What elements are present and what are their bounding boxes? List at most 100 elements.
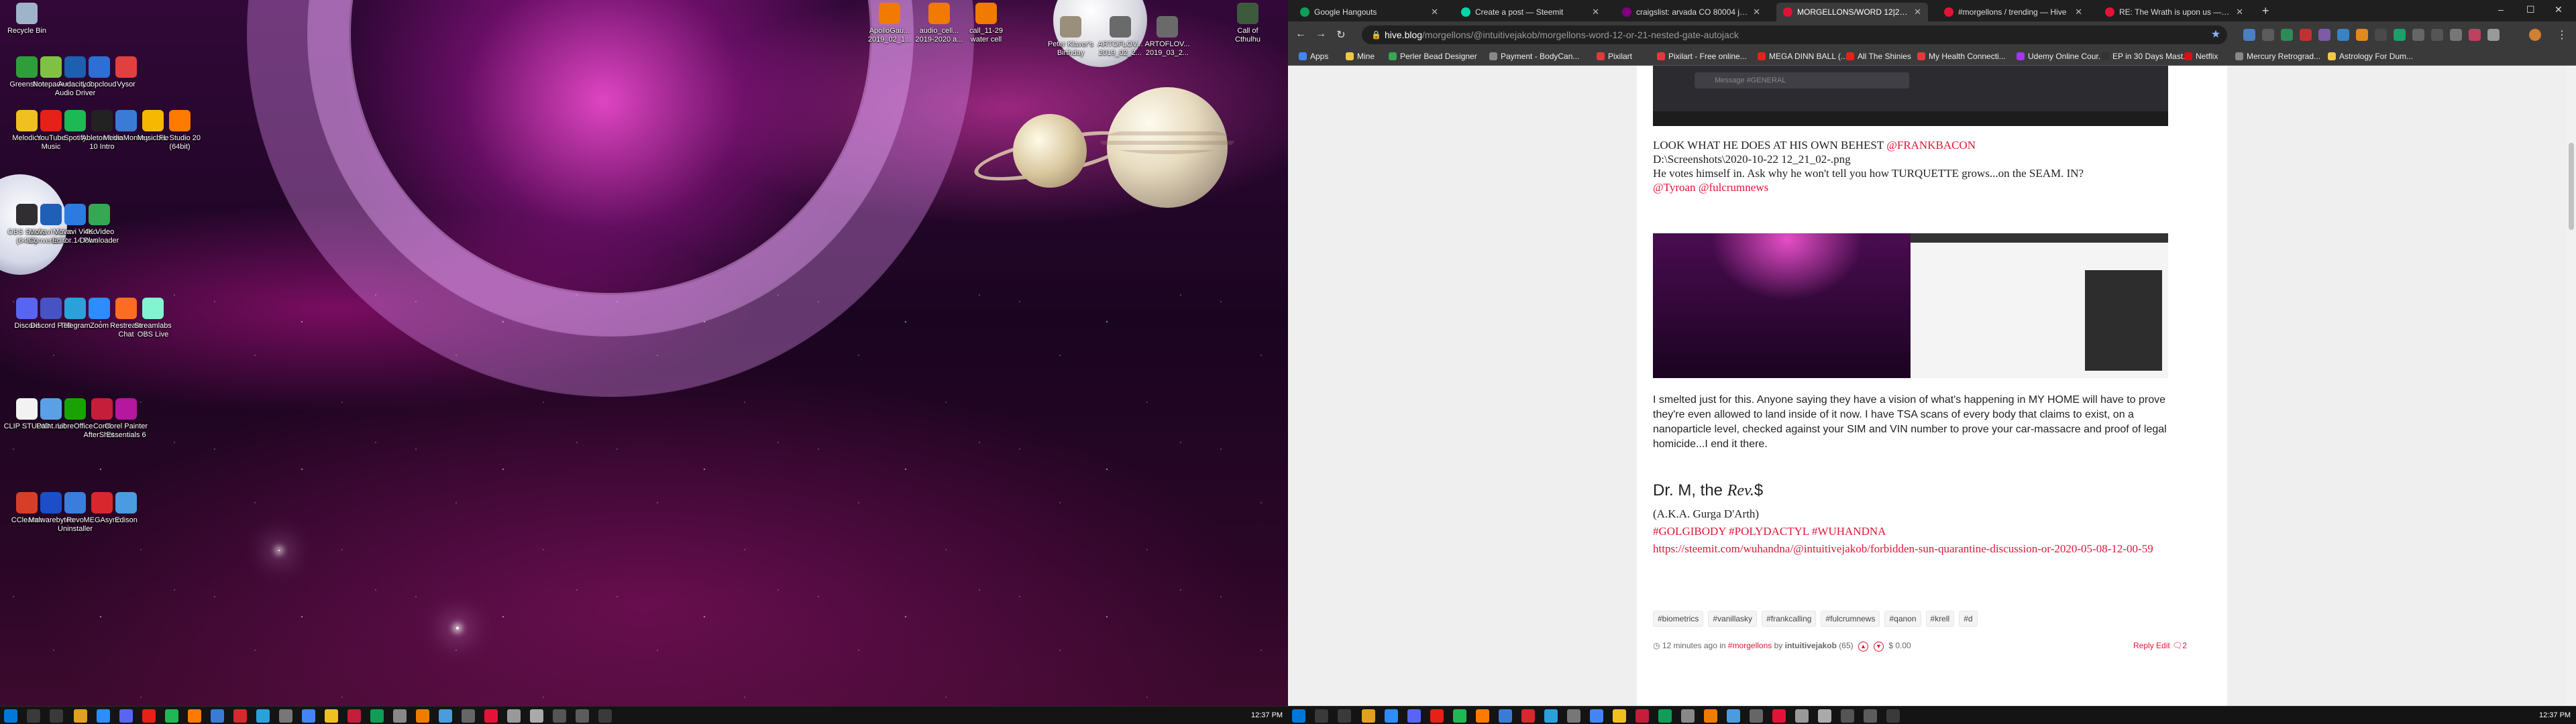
close-tab-icon[interactable]: ✕ (2236, 7, 2243, 17)
taskbar-app-icon[interactable] (325, 709, 338, 723)
taskbar-app-icon[interactable] (1362, 709, 1375, 723)
bookmark-item[interactable]: Apps (1299, 52, 1328, 61)
taskbar-app-icon[interactable] (142, 709, 156, 723)
embedded-screenshot-image[interactable] (1653, 233, 2168, 378)
maximize-button[interactable]: ☐ (2526, 4, 2535, 15)
extension-icon[interactable] (2300, 29, 2312, 41)
taskbar-app-icon[interactable] (119, 709, 133, 723)
scrollbar-thumb[interactable] (2569, 143, 2574, 230)
desktop-icon[interactable]: Streamlabs OBS Live (129, 298, 177, 339)
search-icon[interactable] (27, 709, 40, 723)
taskbar-app-icon[interactable] (507, 709, 521, 723)
taskbar-app-icon[interactable] (1613, 709, 1626, 723)
desktop-icon[interactable]: call_11-29 water cell (962, 3, 1010, 44)
taskbar-app-icon[interactable] (233, 709, 247, 723)
bookmark-item[interactable]: Perler Bead Designer (1389, 52, 1477, 61)
menu-kebab-icon[interactable]: ⋮ (2555, 28, 2569, 42)
taskbar-app-icon[interactable] (370, 709, 384, 723)
taskbar-app-icon[interactable] (97, 709, 110, 723)
taskbar-app-icon[interactable] (1886, 709, 1900, 723)
desktop-icon[interactable]: 4K Video Downloader (75, 204, 123, 245)
taskbar-app-icon[interactable] (165, 709, 178, 723)
taskbar-app-icon[interactable] (484, 709, 498, 723)
tag-chip[interactable]: #qanon (1884, 611, 1921, 627)
browser-tab[interactable]: RE: The Wrath is upon us — Hive ✕ (2098, 3, 2250, 21)
taskbar-app-icon[interactable] (1704, 709, 1717, 723)
desktop-icon[interactable]: Peter Klaver's Birthday (1046, 16, 1095, 58)
clock[interactable]: 12:37 PM (1251, 711, 1283, 719)
taskbar-app-icon[interactable] (1385, 709, 1398, 723)
scrollbar[interactable] (2567, 66, 2576, 706)
tag-chip[interactable]: #frankcalling (1762, 611, 1817, 627)
task-view-icon[interactable] (1338, 709, 1351, 723)
search-icon[interactable] (1315, 709, 1328, 723)
taskbar-app-icon[interactable] (1590, 709, 1603, 723)
downvote-icon[interactable]: ▼ (1873, 642, 1884, 652)
task-view-icon[interactable] (50, 709, 63, 723)
steemit-link[interactable]: https://steemit.com/wuhandna/@intuitivej… (1653, 542, 2190, 556)
taskbar-app-icon[interactable] (1658, 709, 1672, 723)
bookmark-star-icon[interactable]: ★ (2208, 27, 2223, 41)
taskbar-app-icon[interactable] (1864, 709, 1877, 723)
taskbar-app-icon[interactable] (462, 709, 475, 723)
taskbar-app-icon[interactable] (256, 709, 270, 723)
taskbar-app-icon[interactable] (188, 709, 201, 723)
mention-link[interactable]: @fulcrumnews (1699, 181, 1768, 194)
reply-link[interactable]: Reply (2133, 641, 2154, 650)
taskbar-app-icon[interactable] (1521, 709, 1535, 723)
bookmark-item[interactable]: EP in 30 Days Mast... (2101, 52, 2190, 61)
close-tab-icon[interactable]: ✕ (1753, 7, 1760, 17)
taskbar-app-icon[interactable] (1407, 709, 1421, 723)
desktop-icon[interactable]: ARTOFLOV... 2019_02_2... (1096, 16, 1144, 58)
taskbar-app-icon[interactable] (1453, 709, 1466, 723)
extension-icon[interactable] (2262, 29, 2274, 41)
hashtag-links[interactable]: #GOLGIBODY #POLYDACTYL #WUHANDNA (1653, 524, 1886, 538)
bookmark-item[interactable]: MEGA DINN BALL (... (1758, 52, 1847, 61)
puzzle-extensions-icon[interactable] (2487, 29, 2500, 41)
taskbar-app-icon[interactable] (1567, 709, 1580, 723)
taskbar-app-icon[interactable] (416, 709, 429, 723)
tag-chip[interactable]: #d (1959, 611, 1978, 627)
embedded-screenshot-top[interactable]: Message #GENERAL (1653, 66, 2168, 126)
new-tab-button[interactable]: + (2262, 4, 2269, 18)
tag-chip[interactable]: #biometrics (1653, 611, 1704, 627)
extension-icon[interactable] (2375, 29, 2387, 41)
desktop-icon[interactable]: Corel Painter Essentials 6 (102, 398, 150, 440)
payout[interactable]: $ 0.00 (1888, 641, 1911, 650)
browser-tab[interactable]: Google Hangouts ✕ (1293, 3, 1445, 21)
taskbar-app-icon[interactable] (1430, 709, 1444, 723)
extension-icon[interactable] (2243, 29, 2255, 41)
upvote-icon[interactable]: ▲ (1858, 642, 1868, 652)
desktop-icon[interactable]: ARTOFLOV... 2019_03_2... (1143, 16, 1191, 58)
close-window-button[interactable]: ✕ (2555, 4, 2563, 15)
extension-icon[interactable] (2450, 29, 2462, 41)
taskbar-app-icon[interactable] (1818, 709, 1831, 723)
browser-tab[interactable]: #morgellons / trending — Hive ✕ (1937, 3, 2089, 21)
comment-count[interactable]: 2 (2182, 641, 2187, 650)
taskbar-app-icon[interactable] (1544, 709, 1558, 723)
bookmark-item[interactable]: Pixilart (1597, 52, 1632, 61)
desktop-icon[interactable]: Call of Cthulhu (1224, 3, 1272, 44)
clock[interactable]: 12:37 PM (2539, 711, 2571, 719)
mention-link[interactable]: @FRANKBACON (1886, 139, 1976, 152)
extension-icon[interactable] (2337, 29, 2349, 41)
browser-tab[interactable]: MORGELLONS/WORD 12|21 NE... ✕ (1776, 3, 1928, 21)
taskbar-app-icon[interactable] (302, 709, 315, 723)
back-button[interactable]: ← (1293, 28, 1308, 40)
taskbar-app-icon[interactable] (1635, 709, 1649, 723)
desktop-icon[interactable]: Edison (102, 492, 150, 525)
bookmark-item[interactable]: Astrology For Dum... (2328, 52, 2413, 61)
desktop-icon[interactable]: Recycle Bin (3, 3, 51, 36)
bookmark-item[interactable]: Netflix (2184, 52, 2218, 61)
bookmark-item[interactable]: All The Shinies (1846, 52, 1911, 61)
extension-icon[interactable] (2394, 29, 2406, 41)
extension-icon[interactable] (2431, 29, 2443, 41)
taskbar-app-icon[interactable] (598, 709, 612, 723)
tag-chip[interactable]: #fulcrumnews (1821, 611, 1880, 627)
taskbar-app-icon[interactable] (1476, 709, 1489, 723)
close-tab-icon[interactable]: ✕ (1592, 7, 1599, 17)
extension-icon[interactable] (2469, 29, 2481, 41)
comments-icon[interactable]: 🗨 (2172, 641, 2182, 650)
taskbar-app-icon[interactable] (211, 709, 224, 723)
taskbar-app-icon[interactable] (1772, 709, 1786, 723)
